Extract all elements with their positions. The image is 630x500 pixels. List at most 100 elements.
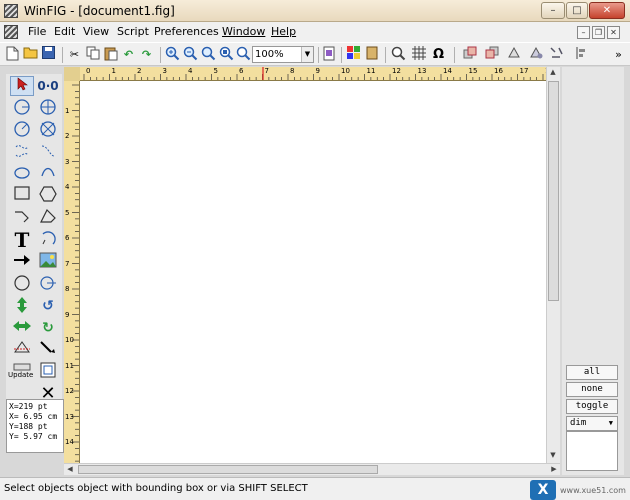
vertical-scrollbar[interactable]: ▲ ▼ [546,67,560,463]
scroll-left-icon[interactable]: ◀ [64,465,76,473]
zoom-out-icon[interactable] [182,46,199,63]
library-icon[interactable] [363,46,380,63]
ellipse-diameter-icon[interactable] [36,120,60,140]
mdi-restore-button[interactable]: ❐ [592,26,605,39]
circle-center-icon[interactable] [36,274,60,294]
toolbar-separator [341,47,342,63]
copy-icon[interactable] [84,46,101,63]
open-interp-spline-icon[interactable] [36,164,60,184]
to-front-icon[interactable] [462,46,479,63]
mdi-close-button[interactable]: ✕ [607,26,620,39]
circle-radius-icon[interactable] [10,98,34,118]
depth-list[interactable] [566,431,618,471]
ruler-label: 9 [65,310,70,319]
chevron-down-icon[interactable]: ▼ [609,417,613,430]
picture-icon[interactable] [36,252,60,272]
coordinates-readout: X=219 pt X= 6.95 cm Y=188 pt Y= 5.97 cm [6,399,64,453]
arc-box-icon[interactable] [36,208,60,228]
ungroup-icon[interactable] [528,46,545,63]
circle-icon[interactable] [10,274,34,294]
depth-panel: all none toggle dim ▼ [562,67,624,475]
zoom-actual-icon[interactable] [235,46,252,63]
zoom-page-icon[interactable] [218,46,235,63]
left-ruler[interactable]: 1 2 3 4 5 6 7 8 9 10 11 12 13 14 [64,81,80,463]
circle-diameter-icon[interactable] [36,98,60,118]
depth-dim-select[interactable]: dim ▼ [566,416,618,431]
title-bar: WinFIG - [document1.fig] – □ ✕ [0,0,630,22]
menu-file[interactable]: File [28,25,46,38]
ruler-label: 13 [417,67,427,75]
distribute-icon[interactable] [572,46,589,63]
ruler-label: 9 [315,67,320,75]
point-to-point-icon[interactable]: 0·0 [36,76,60,96]
ruler-label: 8 [290,67,295,75]
menu-edit[interactable]: Edit [54,25,75,38]
flip-icon[interactable] [10,340,34,360]
ruler-label: 1 [111,67,116,75]
arrow-line-icon[interactable] [10,252,34,272]
select-tool-arrow-icon[interactable] [10,76,34,96]
align-icon[interactable] [548,46,565,63]
mdi-minimize-button[interactable]: – [577,26,590,39]
maximize-button[interactable]: □ [566,2,588,19]
horizontal-scroll-thumb[interactable] [78,465,378,474]
paste-icon[interactable] [102,46,119,63]
color-palette-icon[interactable] [345,46,362,63]
open-spline-icon[interactable] [36,142,60,162]
arc-icon[interactable] [36,230,60,250]
depth-toggle-button[interactable]: toggle [566,399,618,414]
page-setup-icon[interactable] [320,46,337,63]
save-icon[interactable] [40,46,57,63]
vertical-scroll-thumb[interactable] [548,81,559,301]
menu-help[interactable]: Help [271,25,296,38]
scroll-right-icon[interactable]: ▶ [548,465,560,473]
menu-window[interactable]: Window [222,25,265,38]
move-vertical-icon[interactable] [10,296,34,316]
app-icon[interactable] [4,4,18,18]
grid-icon[interactable] [410,46,427,63]
close-button[interactable]: ✕ [589,2,625,19]
interp-spline-icon[interactable] [10,164,34,184]
new-file-icon[interactable] [4,46,21,63]
drawing-canvas[interactable] [80,81,546,463]
scroll-up-icon[interactable]: ▲ [547,68,559,76]
toolbar-overflow[interactable]: » [610,46,627,63]
redo-icon[interactable]: ↷ [138,46,155,63]
text-tool-icon[interactable]: T [10,230,34,250]
zoom-in-icon[interactable] [164,46,181,63]
toolbar-separator [62,47,63,63]
menu-preferences[interactable]: Preferences [154,25,219,38]
open-folder-icon[interactable] [22,46,39,63]
rotate-cw-icon[interactable]: ↻ [36,318,60,338]
magnet-icon[interactable]: Ω [430,46,447,63]
redraw-icon[interactable] [390,46,407,63]
menu-view[interactable]: View [83,25,109,38]
ruler-label: 13 [65,412,74,421]
depth-none-button[interactable]: none [566,382,618,397]
move-horizontal-icon[interactable] [10,318,34,338]
polyline-icon[interactable] [10,208,34,228]
rotate-ccw-icon[interactable]: ↺ [36,296,60,316]
rectangle-icon[interactable] [10,186,34,206]
zoom-fit-icon[interactable] [200,46,217,63]
chevron-down-icon[interactable]: ▼ [301,47,313,62]
edit-point-icon[interactable] [36,340,60,360]
horizontal-scrollbar[interactable]: ◀ ▶ [64,463,560,475]
closed-spline-icon[interactable] [10,142,34,162]
to-back-icon[interactable] [484,46,501,63]
menu-script[interactable]: Script [117,25,149,38]
edit-object-icon[interactable] [36,362,60,382]
minimize-button[interactable]: – [541,2,565,19]
zoom-select[interactable]: 100% ▼ [252,46,314,63]
scroll-down-icon[interactable]: ▼ [547,451,559,459]
depth-all-button[interactable]: all [566,365,618,380]
document-icon[interactable] [4,25,18,39]
polygon-icon[interactable] [36,186,60,206]
toolbar-separator [454,47,455,63]
ellipse-radius-icon[interactable] [10,120,34,140]
undo-icon[interactable]: ↶ [120,46,137,63]
update-tool[interactable]: Update [8,362,36,382]
top-ruler[interactable]: 0123456789101112131415161718 [80,67,546,81]
cut-icon[interactable]: ✂ [66,46,83,63]
group-icon[interactable] [506,46,523,63]
